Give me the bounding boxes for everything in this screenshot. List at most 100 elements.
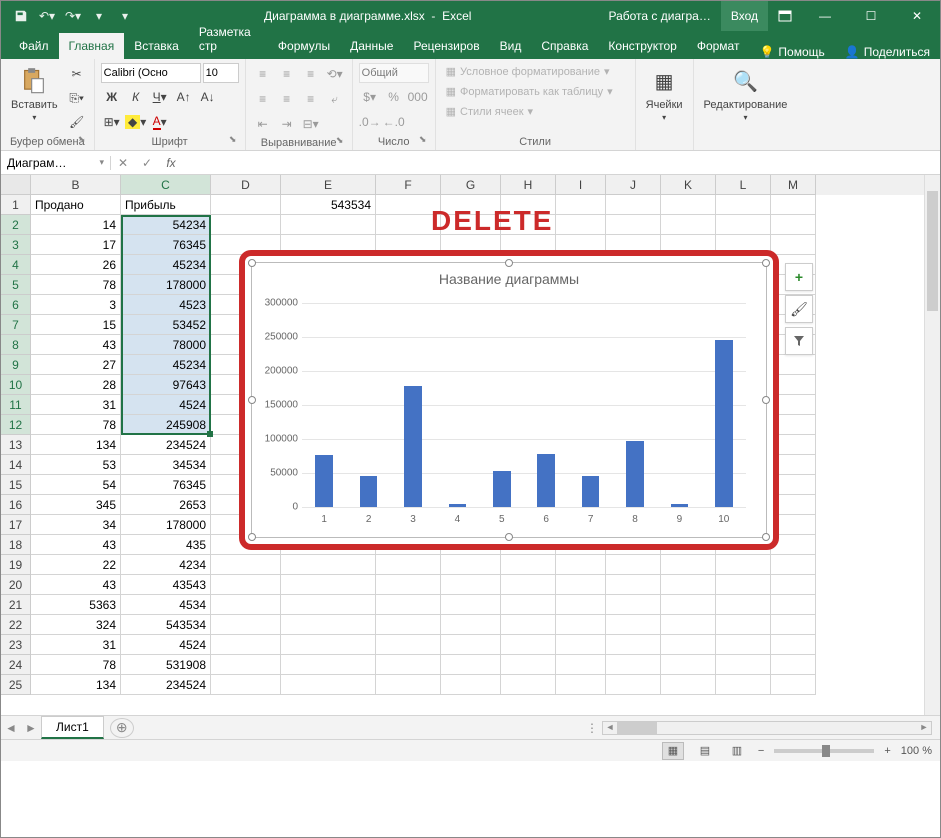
cell-B12[interactable]: 78: [31, 415, 121, 435]
cell-F22[interactable]: [376, 615, 441, 635]
chart-plot-area[interactable]: 0500001000001500002000002500003000001234…: [302, 303, 746, 507]
cell-B11[interactable]: 31: [31, 395, 121, 415]
vertical-scrollbar[interactable]: [924, 175, 940, 715]
cell-B10[interactable]: 28: [31, 375, 121, 395]
col-header-I[interactable]: I: [556, 175, 606, 195]
row-header-14[interactable]: 14: [1, 455, 31, 475]
row-header-13[interactable]: 13: [1, 435, 31, 455]
zoom-out-button[interactable]: −: [758, 745, 764, 757]
chart-styles-button[interactable]: 🖌: [785, 295, 813, 323]
col-header-H[interactable]: H: [501, 175, 556, 195]
decrease-decimal-button[interactable]: ←.0: [383, 111, 405, 133]
cell-M1[interactable]: [771, 195, 816, 215]
qat-customize-icon[interactable]: ▾: [113, 4, 137, 28]
cell-L19[interactable]: [716, 555, 771, 575]
cell-E1[interactable]: 543534: [281, 195, 376, 215]
cell-J21[interactable]: [606, 595, 661, 615]
cell-H24[interactable]: [501, 655, 556, 675]
row-header-11[interactable]: 11: [1, 395, 31, 415]
number-launcher-icon[interactable]: ⬊: [417, 134, 429, 146]
row-header-24[interactable]: 24: [1, 655, 31, 675]
tab-formulas[interactable]: Формулы: [268, 33, 340, 59]
cell-J24[interactable]: [606, 655, 661, 675]
cell-C14[interactable]: 34534: [121, 455, 211, 475]
align-center-button[interactable]: ≡: [276, 88, 298, 110]
cell-B24[interactable]: 78: [31, 655, 121, 675]
cell-G22[interactable]: [441, 615, 501, 635]
cell-C23[interactable]: 4524: [121, 635, 211, 655]
cell-G23[interactable]: [441, 635, 501, 655]
ribbon-display-options-icon[interactable]: [768, 1, 802, 31]
row-header-25[interactable]: 25: [1, 675, 31, 695]
cell-G19[interactable]: [441, 555, 501, 575]
alignment-launcher-icon[interactable]: ⬊: [334, 135, 346, 147]
row-header-1[interactable]: 1: [1, 195, 31, 215]
cell-B13[interactable]: 134: [31, 435, 121, 455]
cell-E2[interactable]: [281, 215, 376, 235]
cell-B15[interactable]: 54: [31, 475, 121, 495]
chart-bar-2[interactable]: [360, 476, 378, 507]
row-header-15[interactable]: 15: [1, 475, 31, 495]
italic-button[interactable]: К: [125, 86, 147, 108]
row-header-6[interactable]: 6: [1, 295, 31, 315]
tab-page-layout[interactable]: Разметка стр: [189, 19, 268, 59]
decrease-font-button[interactable]: A↓: [197, 86, 219, 108]
cell-J20[interactable]: [606, 575, 661, 595]
cell-C2[interactable]: 54234: [121, 215, 211, 235]
cell-C10[interactable]: 97643: [121, 375, 211, 395]
increase-decimal-button[interactable]: .0→: [359, 111, 381, 133]
cell-E22[interactable]: [281, 615, 376, 635]
row-header-17[interactable]: 17: [1, 515, 31, 535]
paste-button[interactable]: Вставить▾: [7, 63, 62, 124]
redo-icon[interactable]: ↷▾: [61, 4, 85, 28]
cell-B23[interactable]: 31: [31, 635, 121, 655]
sheet-tab-1[interactable]: Лист1: [41, 716, 104, 739]
bold-button[interactable]: Ж: [101, 86, 123, 108]
cell-C3[interactable]: 76345: [121, 235, 211, 255]
cell-K24[interactable]: [661, 655, 716, 675]
cell-C1[interactable]: Прибыль: [121, 195, 211, 215]
cell-B21[interactable]: 5363: [31, 595, 121, 615]
comma-button[interactable]: 000: [407, 86, 429, 108]
cell-H21[interactable]: [501, 595, 556, 615]
cell-B18[interactable]: 43: [31, 535, 121, 555]
cell-C25[interactable]: 234524: [121, 675, 211, 695]
chart-bar-7[interactable]: [582, 476, 600, 507]
cell-D2[interactable]: [211, 215, 281, 235]
cell-E24[interactable]: [281, 655, 376, 675]
cell-G25[interactable]: [441, 675, 501, 695]
cell-E20[interactable]: [281, 575, 376, 595]
row-header-16[interactable]: 16: [1, 495, 31, 515]
wrap-text-button[interactable]: ⤶: [324, 88, 346, 110]
align-right-button[interactable]: ≡: [300, 88, 322, 110]
tab-chart-design[interactable]: Конструктор: [598, 33, 686, 59]
chart-bar-10[interactable]: [715, 340, 733, 507]
format-as-table-button[interactable]: ▦Форматировать как таблицу▾: [442, 83, 617, 100]
cell-C21[interactable]: 4534: [121, 595, 211, 615]
cell-B20[interactable]: 43: [31, 575, 121, 595]
conditional-formatting-button[interactable]: ▦Условное форматирование▾: [442, 63, 614, 80]
cell-L20[interactable]: [716, 575, 771, 595]
page-layout-view-button[interactable]: ▤: [694, 742, 716, 760]
cell-B22[interactable]: 324: [31, 615, 121, 635]
row-header-8[interactable]: 8: [1, 335, 31, 355]
col-header-F[interactable]: F: [376, 175, 441, 195]
copy-button[interactable]: ⎘▾: [66, 87, 88, 109]
cell-I2[interactable]: [556, 215, 606, 235]
border-button[interactable]: ⊞▾: [101, 111, 123, 133]
cells-button[interactable]: ▦ Ячейки▾: [642, 63, 687, 124]
font-size-input[interactable]: [203, 63, 239, 83]
chart-filters-button[interactable]: [785, 327, 813, 355]
col-header-K[interactable]: K: [661, 175, 716, 195]
row-header-4[interactable]: 4: [1, 255, 31, 275]
align-bottom-button[interactable]: ≡: [300, 63, 322, 85]
cell-B8[interactable]: 43: [31, 335, 121, 355]
cell-K2[interactable]: [661, 215, 716, 235]
cell-L22[interactable]: [716, 615, 771, 635]
row-header-9[interactable]: 9: [1, 355, 31, 375]
fill-color-button[interactable]: ◆▾: [125, 111, 147, 133]
chart-bar-1[interactable]: [315, 455, 333, 507]
zoom-slider[interactable]: [774, 749, 874, 753]
cell-B19[interactable]: 22: [31, 555, 121, 575]
tab-file[interactable]: Файл: [9, 33, 59, 59]
